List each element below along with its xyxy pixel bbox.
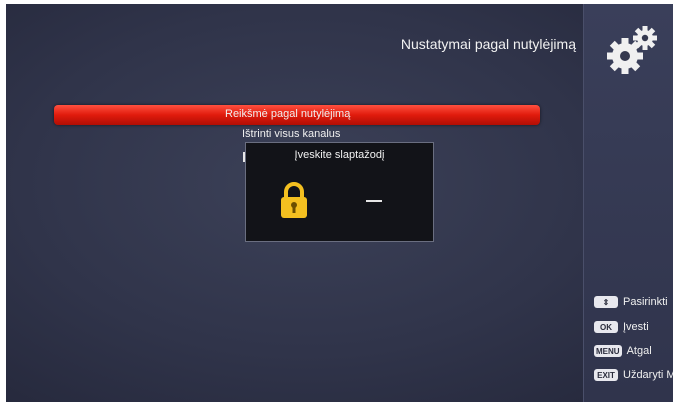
hint-label: Atgal [626,345,652,357]
menu-item-delete-all-channels[interactable]: Ištrinti visus kanalus [242,128,340,140]
dialog-title: Įveskite slaptažodį [294,149,385,161]
hint-label: Uždaryti M [623,369,673,381]
gear-icon [607,26,657,74]
hint-ok: OK Įvesti [594,319,649,335]
tv-screen: Nustatymai pagal nutylėjimą Reikšmė paga… [6,4,673,402]
password-dialog: Įveskite slaptažodį [245,142,434,242]
lock-icon [281,182,307,218]
hint-label: Pasirinkti [623,296,668,308]
menu-item-label: Reikšmė pagal nutylėjimą [225,108,351,120]
menu-key-icon: MENU [594,345,622,357]
exit-key-icon: EXIT [594,369,618,381]
password-input[interactable] [366,200,382,202]
page-title: Nustatymai pagal nutylėjimą [400,36,576,52]
hint-select: ⇕ Pasirinkti [594,294,668,310]
ok-key-icon: OK [594,321,618,333]
hint-label: Įvesti [623,321,649,333]
updown-key-icon: ⇕ [594,296,618,308]
hint-exit: EXIT Uždaryti M [594,367,673,383]
hint-menu: MENU Atgal [594,343,652,359]
